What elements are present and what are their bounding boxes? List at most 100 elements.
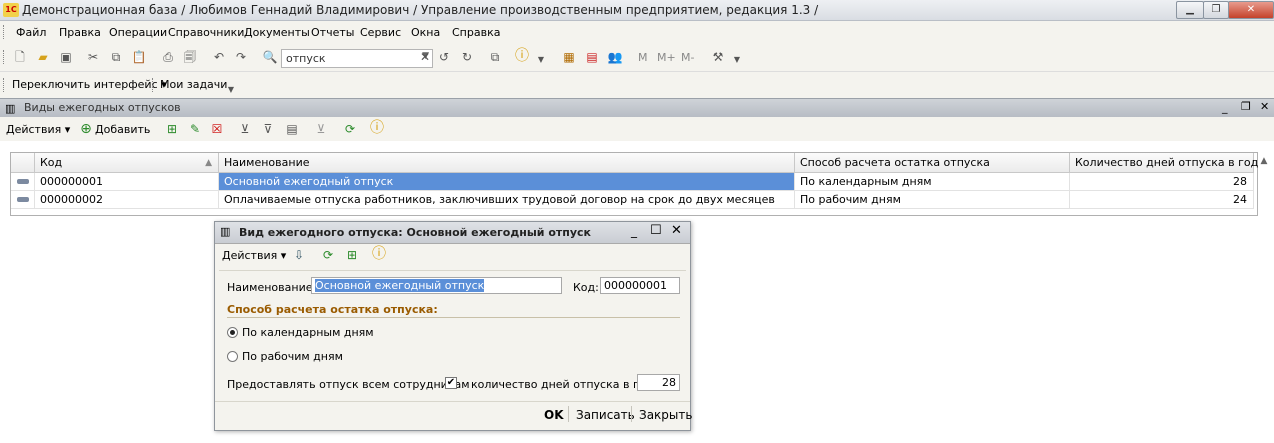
open-folder-icon[interactable]: ▰ [35, 49, 51, 65]
list-form-icon: ▥ [5, 102, 16, 115]
memory-m-button[interactable]: M [638, 51, 648, 64]
header-code[interactable]: Код ▲ [35, 153, 219, 173]
table-cell-code[interactable]: 000000001 [35, 173, 219, 191]
menu-edit[interactable]: Правка [59, 26, 101, 39]
clear-search-icon[interactable]: ✕ [417, 49, 433, 65]
close-button[interactable]: Закрыть [639, 408, 692, 422]
provide-all-checkbox[interactable]: ✔ [445, 377, 457, 389]
copy-icon[interactable]: ⧉ [108, 49, 124, 65]
list-toolbar: Действия ▾ ⊕ Добавить ⊞ ✎ ☒ ⊻ ⊽ ▤ ⊻ ⟳ ⓘ [0, 117, 1274, 142]
menu-service[interactable]: Сервис [360, 26, 401, 39]
menu-reports[interactable]: Отчеты [311, 26, 354, 39]
table-cell-code[interactable]: 000000002 [35, 191, 219, 209]
radio-work-days[interactable] [227, 351, 238, 362]
table-row-icon-cell[interactable] [11, 191, 35, 209]
app-logo-icon: 1С [3, 3, 19, 17]
toolbar-grip[interactable] [3, 50, 7, 64]
menu-help[interactable]: Справка [452, 26, 500, 39]
filter-icon[interactable]: ⊻ [237, 121, 253, 137]
close-icon[interactable]: ✕ [671, 223, 682, 238]
print-preview-icon[interactable]: 🗐 [182, 49, 198, 65]
search-next-icon[interactable]: ↻ [459, 49, 475, 65]
scroll-up-icon[interactable]: ▲ [1257, 152, 1271, 170]
paste-icon[interactable]: 📋 [131, 49, 147, 65]
dialog-actions-button[interactable]: Действия ▾ [222, 249, 286, 262]
print-icon[interactable]: ⎙ [160, 49, 176, 65]
restore-icon[interactable]: ❐ [1241, 100, 1251, 113]
restore-icon[interactable]: ❐ [1203, 1, 1229, 19]
save-icon[interactable]: ▣ [58, 49, 74, 65]
toolbar-grip[interactable] [3, 25, 7, 39]
menu-windows[interactable]: Окна [411, 26, 440, 39]
minimize-icon[interactable]: ▁ [1176, 1, 1204, 19]
filter-value-icon[interactable]: ⊽ [260, 121, 276, 137]
add-icon[interactable]: ⊕ [78, 121, 94, 137]
refresh-icon[interactable]: ⟳ [342, 121, 358, 137]
edit-icon[interactable]: ✎ [187, 121, 203, 137]
table-cell-method[interactable]: По рабочим дням [795, 191, 1070, 209]
menu-file[interactable]: Файл [16, 26, 46, 39]
window-copy-icon[interactable]: ⧉ [487, 49, 503, 65]
header-days[interactable]: Количество дней отпуска в год [1070, 153, 1258, 173]
tools-icon[interactable]: ⚒ [710, 49, 726, 65]
copy-item-icon[interactable]: ⊞ [164, 121, 180, 137]
close-icon[interactable]: ✕ [1228, 1, 1274, 19]
add-button[interactable]: Добавить [95, 123, 150, 136]
name-field[interactable]: Основной ежегодный отпуск [311, 277, 562, 294]
switch-interface-button[interactable]: Переключить интерфейс ▾ [12, 78, 167, 91]
radio-calendar-label[interactable]: По календарным дням [242, 326, 374, 339]
help-icon[interactable]: ⓘ [369, 120, 385, 136]
table-cell-method[interactable]: По календарным дням [795, 173, 1070, 191]
search-field[interactable]: отпуск ▼ [281, 49, 433, 68]
users-icon[interactable]: 👥 [607, 49, 623, 65]
toolbar-grip[interactable] [3, 78, 7, 92]
chevron-down-icon[interactable]: ▼ [223, 82, 239, 98]
header-method[interactable]: Способ расчета остатка отпуска [795, 153, 1070, 173]
my-tasks-button[interactable]: Мои задачи [160, 78, 227, 91]
table-cell-days[interactable]: 28 [1070, 173, 1254, 191]
info-icon[interactable]: ⓘ [514, 48, 530, 64]
clear-filter-icon[interactable]: ⊻ [313, 121, 329, 137]
search-prev-icon[interactable]: ↺ [436, 49, 452, 65]
table-row-icon-cell[interactable] [11, 173, 35, 191]
menu-operations[interactable]: Операции [109, 26, 167, 39]
delete-icon[interactable]: ☒ [209, 121, 225, 137]
header-name[interactable]: Наименование [219, 153, 795, 173]
maximize-icon[interactable]: ☐ [650, 223, 662, 238]
cut-icon[interactable]: ✂ [85, 49, 101, 65]
redo-icon[interactable]: ↷ [233, 49, 249, 65]
memory-plus-button[interactable]: M+ [657, 51, 676, 64]
ok-button[interactable]: OK [544, 408, 564, 422]
minimize-icon[interactable]: _ [1222, 101, 1228, 114]
search-input[interactable]: отпуск [286, 52, 326, 65]
close-icon[interactable]: ✕ [1260, 100, 1269, 113]
copy-item-icon[interactable]: ⊞ [344, 247, 360, 263]
save-close-icon[interactable]: ⇩ [291, 247, 307, 263]
radio-work-label[interactable]: По рабочим дням [242, 350, 343, 363]
divider [631, 406, 632, 422]
new-document-icon[interactable]: 🗋 [12, 49, 28, 65]
table-cell-name[interactable]: Оплачиваемые отпуска работников, заключи… [219, 191, 795, 209]
radio-calendar-days[interactable] [227, 327, 238, 338]
days-field[interactable]: 28 [637, 374, 680, 391]
calendar-icon[interactable]: ▤ [584, 49, 600, 65]
undo-icon[interactable]: ↶ [211, 49, 227, 65]
table-cell-name-selected[interactable]: Основной ежегодный отпуск [219, 173, 795, 191]
chevron-down-icon[interactable]: ▼ [729, 52, 745, 68]
table-cell-days[interactable]: 24 [1070, 191, 1254, 209]
reread-icon[interactable]: ⟳ [320, 247, 336, 263]
memory-minus-button[interactable]: M- [681, 51, 694, 64]
menu-documents[interactable]: Документы [244, 26, 310, 39]
filter-list-icon[interactable]: ▤ [284, 121, 300, 137]
save-button[interactable]: Записать [576, 408, 635, 422]
toolbar-grip[interactable] [152, 78, 156, 92]
search-icon[interactable]: 🔍 [262, 49, 278, 65]
actions-menu-button[interactable]: Действия ▾ [6, 123, 70, 136]
calculator-icon[interactable]: ▦ [561, 49, 577, 65]
minimize-icon[interactable]: _ [631, 224, 637, 238]
help-icon[interactable]: ⓘ [371, 246, 387, 262]
menu-catalogs[interactable]: Справочники [168, 26, 244, 39]
chevron-down-icon[interactable]: ▼ [533, 52, 549, 68]
code-field[interactable]: 000000001 [600, 277, 680, 294]
sort-asc-icon: ▲ [205, 158, 212, 168]
